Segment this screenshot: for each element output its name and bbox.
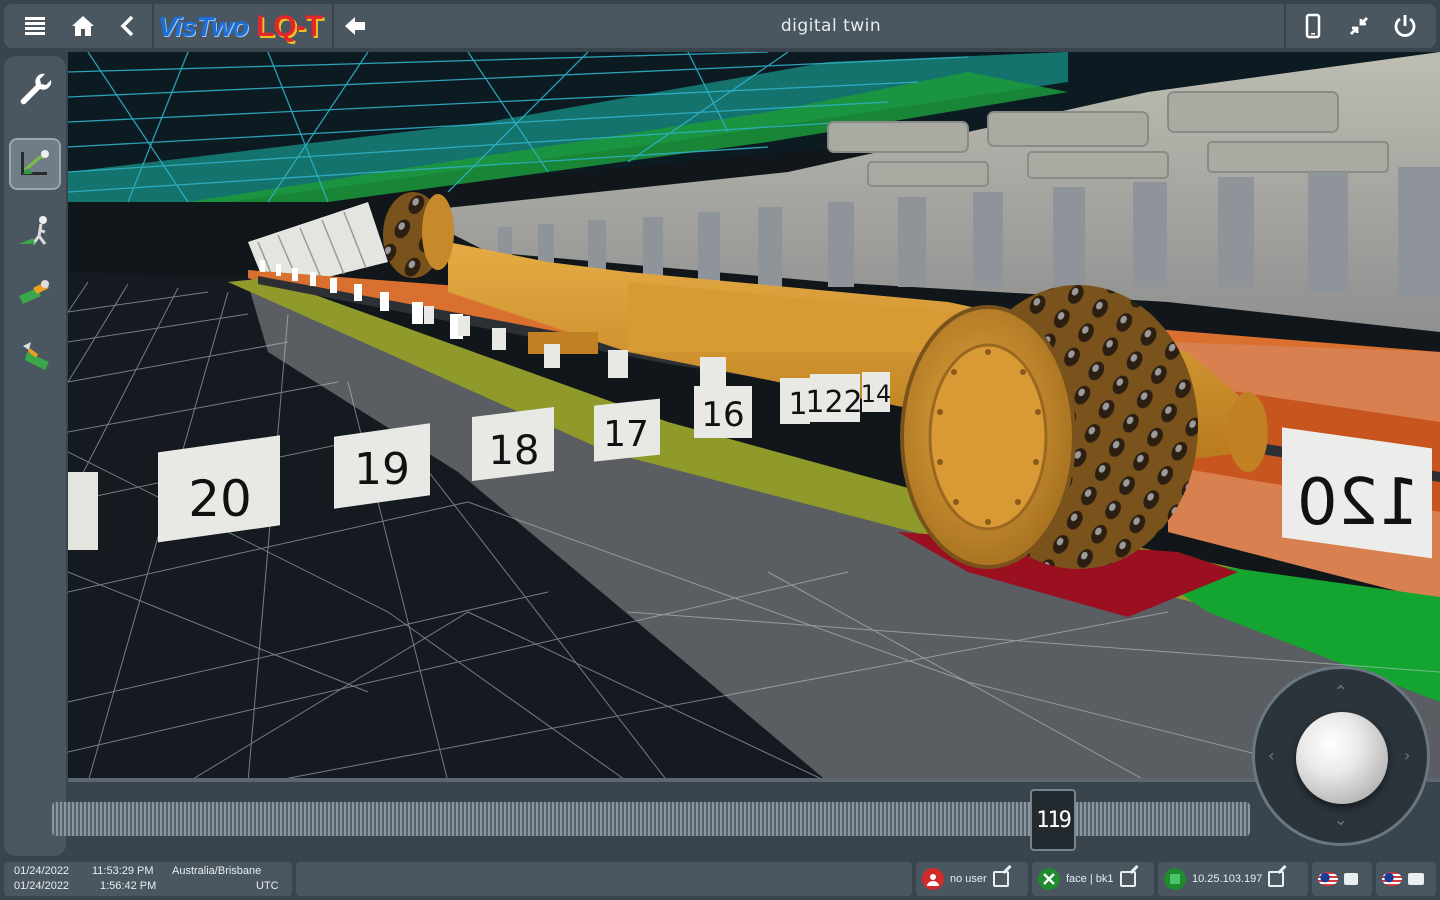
us-flag-icon [1318, 872, 1338, 886]
timeline-handle[interactable]: 119 [1030, 789, 1076, 851]
utc-date: 01/24/2022 [14, 880, 70, 892]
logo-lqt: LQ-T [255, 10, 323, 43]
svg-text:18: 18 [489, 428, 540, 474]
local-time: 11:53:29 PM [92, 865, 154, 877]
arrow-left-icon[interactable] [338, 8, 372, 44]
app-window: VisTwo LQ-T digital twin 20 19 18 17 16 … [0, 0, 1440, 900]
shearer-arm-icon[interactable] [9, 330, 61, 382]
compress-icon[interactable] [1342, 8, 1376, 44]
joystick-knob[interactable] [1296, 712, 1388, 804]
face-pill[interactable]: face | bk1 [1032, 862, 1154, 896]
datetime-panel: 01/24/2022 11:53:29 PM Australia/Brisban… [4, 862, 292, 896]
user-icon [922, 868, 944, 890]
shearer-walk-icon[interactable] [9, 206, 61, 258]
ip-label: 10.25.103.197 [1192, 873, 1263, 885]
top-bar: VisTwo LQ-T digital twin [4, 4, 1436, 48]
svg-text:14: 14 [861, 380, 892, 408]
window-icon [1408, 873, 1424, 885]
3d-viewport[interactable]: 20 19 18 17 16 1 122 14 120 [68, 52, 1440, 782]
hamburger-icon[interactable] [18, 8, 52, 44]
edit-user-icon[interactable] [992, 871, 1009, 887]
logo-vistwo: VisTwo [158, 11, 249, 42]
us-flag-icon-2 [1382, 872, 1402, 886]
shield-label-17: 17 [594, 398, 660, 462]
local-date: 01/24/2022 [14, 865, 70, 877]
user-label: no user [950, 873, 987, 885]
face-label: face | bk1 [1066, 873, 1114, 885]
language-pill[interactable] [1312, 862, 1372, 896]
shield-label-18: 18 [472, 406, 554, 482]
svg-text:122: 122 [805, 385, 862, 420]
svg-text:17: 17 [603, 414, 649, 455]
phone-icon[interactable] [1296, 8, 1330, 44]
power-icon[interactable] [1388, 8, 1422, 44]
utc-time: 1:56:42 PM [100, 880, 157, 892]
scene-canvas: 20 19 18 17 16 1 122 14 120 [68, 52, 1440, 782]
wrench-icon[interactable] [9, 64, 61, 116]
shield-label-19: 19 [334, 423, 430, 509]
tool-sidebar [4, 56, 66, 856]
edit-ip-icon[interactable] [1268, 871, 1285, 887]
message-panel [296, 862, 912, 896]
svg-text:120: 120 [1297, 466, 1419, 540]
shearer-view-icon[interactable] [9, 138, 61, 190]
face-status-icon [1038, 868, 1060, 890]
ip-pill[interactable]: 10.25.103.197 [1158, 862, 1308, 896]
keyboard-icon [1344, 873, 1358, 885]
shearer-drum-icon[interactable] [9, 268, 61, 320]
locale-pill[interactable] [1376, 862, 1436, 896]
joystick-up-arrow-icon: ⌃ [1334, 682, 1348, 701]
app-logo: VisTwo LQ-T [158, 10, 323, 44]
svg-text:19: 19 [354, 444, 410, 495]
server-icon [1164, 868, 1186, 890]
svg-text:16: 16 [701, 395, 744, 435]
shield-label-16: 16 [694, 386, 752, 438]
svg-text:20: 20 [188, 470, 252, 528]
shield-label-20: 20 [158, 435, 280, 543]
home-icon[interactable] [66, 8, 100, 44]
joystick-down-arrow-icon: ⌄ [1334, 810, 1348, 829]
user-pill[interactable]: no user [916, 862, 1028, 896]
edit-face-icon[interactable] [1119, 871, 1136, 887]
shield-label-122: 122 [805, 374, 863, 422]
local-zone: Australia/Brisbane [172, 865, 262, 877]
utc-zone: UTC [256, 880, 279, 892]
page-title: digital twin [780, 16, 882, 36]
shield-label-14: 14 [861, 372, 892, 412]
joystick-left-arrow-icon: ‹ [1268, 746, 1275, 765]
joystick-right-arrow-icon: › [1404, 746, 1411, 765]
chevron-left-icon[interactable] [112, 8, 142, 44]
status-bar: 01/24/2022 11:53:29 PM Australia/Brisban… [0, 858, 1440, 900]
shield-label-mirrored-120: 120 [1282, 427, 1432, 559]
